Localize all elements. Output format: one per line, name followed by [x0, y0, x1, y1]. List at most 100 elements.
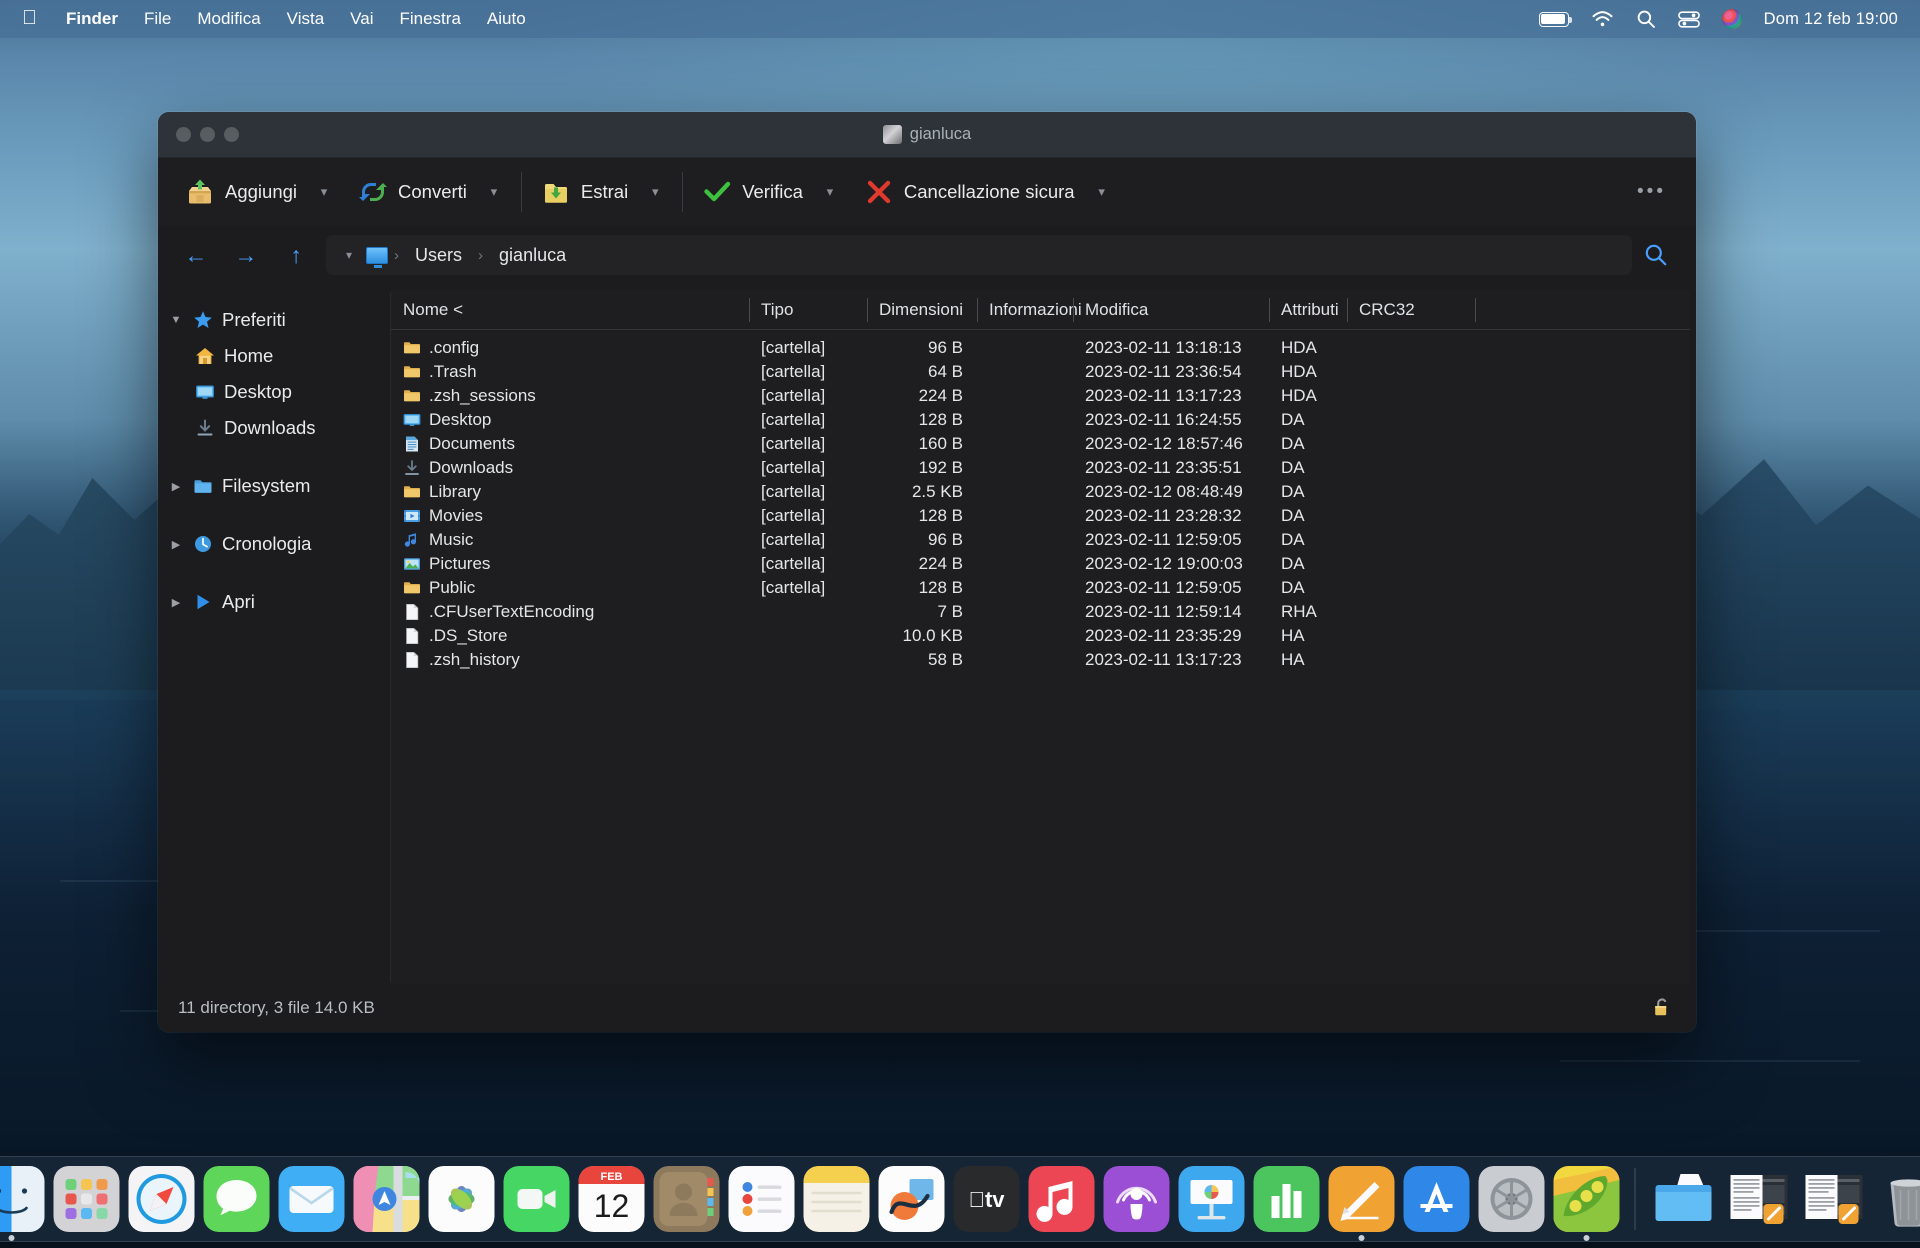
dock-item-podcasts[interactable]: [1103, 1166, 1170, 1232]
cancellazione-sicura-button[interactable]: Cancellazione sicura: [855, 172, 1085, 212]
table-row[interactable]: .DS_Store 10.0 KB 2023-02-11 23:35:29 HA: [391, 624, 1690, 648]
file-name-label: .DS_Store: [429, 626, 508, 645]
aggiungi-button[interactable]: Aggiungi: [176, 172, 307, 212]
table-row[interactable]: Documents [cartella] 160 B 2023-02-12 18:57…: [391, 432, 1690, 456]
table-row[interactable]: Movies [cartella] 128 B 2023-02-11 23:28:32…: [391, 504, 1690, 528]
dock-item-downloads-folder[interactable]: [1651, 1166, 1717, 1232]
dock-item-document-stack-1[interactable]: [1726, 1166, 1792, 1232]
dock-item-appstore[interactable]: [1403, 1166, 1470, 1232]
column-header-dimensioni[interactable]: Dimensioni: [867, 290, 977, 330]
file-name-cell: Desktop: [391, 410, 749, 430]
table-row[interactable]: .zsh_history 58 B 2023-02-11 13:17:23 HA: [391, 648, 1690, 672]
menu-item-file[interactable]: File: [131, 0, 184, 38]
battery-icon[interactable]: [1538, 11, 1572, 27]
table-row[interactable]: Downloads [cartella] 192 B 2023-02-11 23:35…: [391, 456, 1690, 480]
forward-arrow-icon[interactable]: →: [226, 235, 266, 275]
sidebar-item-desktop[interactable]: Desktop: [158, 374, 390, 410]
column-header-attributi[interactable]: Attributi: [1269, 290, 1347, 330]
dock-item-maps[interactable]: [353, 1166, 420, 1232]
dock-item-trash[interactable]: [1876, 1166, 1920, 1232]
disclosure-triangle-icon[interactable]: ▶: [168, 538, 184, 551]
control-center-icon[interactable]: [1677, 10, 1700, 28]
dock-item-calendar[interactable]: FEB 12: [578, 1166, 645, 1232]
disclosure-triangle-icon[interactable]: ▼: [168, 314, 184, 326]
sidebar-item-home[interactable]: Home: [158, 338, 390, 374]
table-row[interactable]: .Trash [cartella] 64 B 2023-02-11 23:36:54 H…: [391, 360, 1690, 384]
converti-button[interactable]: Converti: [349, 172, 477, 212]
display-icon[interactable]: [366, 246, 389, 268]
dock-item-reminders[interactable]: [728, 1166, 795, 1232]
toolbar-overflow-button[interactable]: •••: [1637, 181, 1692, 203]
aggiungi-chevron-down-icon[interactable]: ▾: [307, 184, 341, 200]
estrai-chevron-down-icon[interactable]: ▾: [638, 184, 672, 200]
column-header-crc32[interactable]: CRC32: [1347, 290, 1475, 330]
dock-item-music[interactable]: [1028, 1166, 1095, 1232]
up-arrow-icon[interactable]: ↑: [276, 235, 316, 275]
dock-item-keka[interactable]: [1553, 1166, 1620, 1241]
menu-item-vista[interactable]: Vista: [274, 0, 338, 38]
minimize-button[interactable]: [200, 127, 215, 142]
sidebar-item-cronologia[interactable]: ▶ Cronologia: [158, 526, 390, 562]
breadcrumb[interactable]: ▾ › Users › gianluca: [326, 235, 1632, 275]
table-row[interactable]: .zsh_sessions [cartella] 224 B 2023-02-11 1…: [391, 384, 1690, 408]
column-header-modifica[interactable]: Modifica: [1073, 290, 1269, 330]
converti-chevron-down-icon[interactable]: ▾: [477, 184, 511, 200]
column-header-tipo[interactable]: Tipo: [749, 290, 867, 330]
back-arrow-icon[interactable]: ←: [176, 235, 216, 275]
sidebar-item-downloads[interactable]: Downloads: [158, 410, 390, 446]
globe-icon[interactable]: [1721, 9, 1742, 29]
column-header-informazioni[interactable]: Informazioni: [977, 290, 1082, 330]
path-chevron-down-icon[interactable]: ▾: [338, 248, 360, 262]
breadcrumb-segment-gianluca[interactable]: gianluca: [489, 245, 576, 266]
dock-item-finder[interactable]: [0, 1166, 45, 1241]
dock-item-pages[interactable]: [1328, 1166, 1395, 1241]
dock-item-facetime[interactable]: [503, 1166, 570, 1232]
dock-item-mail[interactable]: [278, 1166, 345, 1232]
dock-item-numbers[interactable]: [1253, 1166, 1320, 1232]
water-streak: [1560, 1060, 1860, 1062]
zoom-button[interactable]: [224, 127, 239, 142]
wifi-icon[interactable]: [1591, 10, 1614, 28]
close-button[interactable]: [176, 127, 191, 142]
verifica-button[interactable]: Verifica: [693, 172, 813, 212]
table-row[interactable]: Public [cartella] 128 B 2023-02-11 12:59:05…: [391, 576, 1690, 600]
dock-item-messages[interactable]: [203, 1166, 270, 1232]
table-row[interactable]: .config [cartella] 96 B 2023-02-11 13:18:13…: [391, 336, 1690, 360]
unlocked-padlock-icon[interactable]: [1652, 997, 1672, 1019]
sidebar-item-preferiti[interactable]: ▼ Preferiti: [158, 302, 390, 338]
apple-logo-icon[interactable]: : [0, 8, 53, 28]
table-row[interactable]: Pictures [cartella] 224 B 2023-02-12 19:00:…: [391, 552, 1690, 576]
dock-item-safari[interactable]: [128, 1166, 195, 1232]
menu-item-vai[interactable]: Vai: [337, 0, 386, 38]
table-row[interactable]: Desktop [cartella] 128 B 2023-02-11 16:24:5…: [391, 408, 1690, 432]
sidebar-item-apri[interactable]: ▶ Apri: [158, 584, 390, 620]
table-row[interactable]: .CFUserTextEncoding 7 B 2023-02-11 12:59:1…: [391, 600, 1690, 624]
dock-item-keynote[interactable]: [1178, 1166, 1245, 1232]
search-button[interactable]: [1632, 243, 1680, 267]
sidebar-item-filesystem[interactable]: ▶ Filesystem: [158, 468, 390, 504]
cancellazione-sicura-chevron-down-icon[interactable]: ▾: [1085, 184, 1119, 200]
dock-item-document-stack-2[interactable]: [1801, 1166, 1867, 1232]
dock-item-freeform[interactable]: [878, 1166, 945, 1232]
menu-bar-clock[interactable]: Dom 12 feb 19:00: [1764, 10, 1898, 29]
breadcrumb-segment-users[interactable]: Users: [405, 245, 472, 266]
disclosure-triangle-icon[interactable]: ▶: [168, 596, 184, 609]
dock-item-photos[interactable]: [428, 1166, 495, 1232]
verifica-chevron-down-icon[interactable]: ▾: [813, 184, 847, 200]
dock-item-notes[interactable]: [803, 1166, 870, 1232]
table-row[interactable]: Library [cartella] 2.5 KB 2023-02-12 08:48:…: [391, 480, 1690, 504]
table-row[interactable]: Music [cartella] 96 B 2023-02-11 12:59:05 DA: [391, 528, 1690, 552]
file-modified-cell: 2023-02-11 13:17:23: [1085, 650, 1242, 669]
dock-item-contacts[interactable]: [653, 1166, 720, 1232]
dock-item-launchpad[interactable]: [53, 1166, 120, 1232]
menu-item-finestra[interactable]: Finestra: [386, 0, 473, 38]
search-icon[interactable]: [1636, 9, 1656, 29]
dock-item-appletv[interactable]: tv: [953, 1166, 1020, 1232]
menu-item-aiuto[interactable]: Aiuto: [474, 0, 539, 38]
estrai-button[interactable]: Estrai: [532, 172, 638, 212]
dock-item-system-settings[interactable]: [1478, 1166, 1545, 1232]
column-header-nome[interactable]: Nome <: [391, 290, 749, 330]
disclosure-triangle-icon[interactable]: ▶: [168, 480, 184, 493]
menu-item-modifica[interactable]: Modifica: [184, 0, 273, 38]
menu-item-finder[interactable]: Finder: [53, 0, 131, 38]
